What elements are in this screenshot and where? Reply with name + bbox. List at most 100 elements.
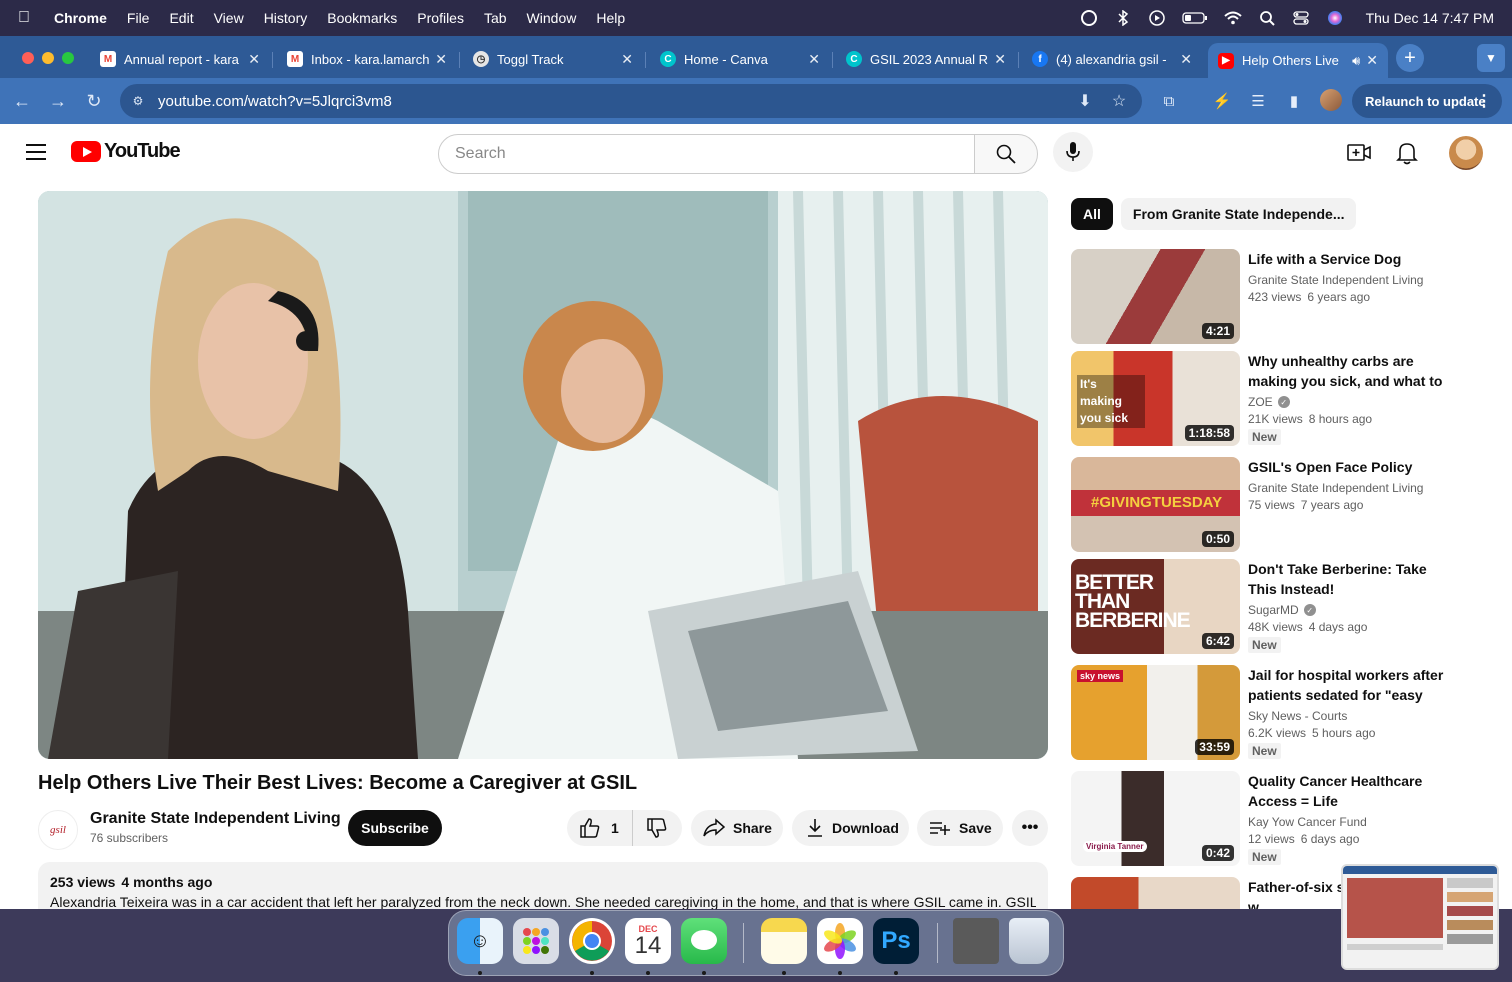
recommended-video[interactable]: #GIVINGTUESDAY 0:50 GSIL's Open Face Pol…	[1071, 457, 1501, 553]
control-center-icon[interactable]	[1292, 10, 1310, 26]
grammarly-status-icon[interactable]	[1080, 10, 1098, 26]
chip-from-channel[interactable]: From Granite State Independe...	[1120, 198, 1357, 230]
finder-icon[interactable]: ☺	[457, 918, 503, 964]
share-button[interactable]: Share	[691, 810, 783, 846]
tab-close-icon[interactable]: ✕	[621, 51, 633, 68]
video-title[interactable]: Why unhealthy carbs are making you sick,…	[1248, 351, 1458, 391]
wifi-icon[interactable]	[1223, 10, 1242, 26]
chrome-menu-icon[interactable]: ⋮	[1476, 91, 1492, 111]
browser-tab-active[interactable]: ▶ Help Others Live 🔊︎ ✕	[1208, 43, 1388, 78]
bookmark-star-icon[interactable]: ☆	[1108, 91, 1130, 111]
menu-view[interactable]: View	[214, 10, 244, 26]
photoshop-icon[interactable]: Ps	[873, 918, 919, 964]
dislike-button[interactable]	[633, 810, 681, 846]
like-button[interactable]: 1	[567, 810, 633, 846]
youtube-logo[interactable]: YouTube	[71, 140, 181, 163]
notifications-button[interactable]	[1394, 140, 1420, 166]
apple-menu-icon[interactable]: 	[18, 9, 36, 27]
audio-playing-icon[interactable]: 🔊︎	[1352, 53, 1360, 69]
description-box[interactable]: 253 views 4 months ago Alexandria Teixeir…	[38, 862, 1048, 909]
battery-icon[interactable]	[1181, 10, 1208, 26]
extension-icon[interactable]: ⚡	[1211, 90, 1233, 112]
back-arrow-icon[interactable]: ←	[9, 88, 35, 114]
reading-list-icon[interactable]: ☰	[1247, 90, 1269, 112]
video-player[interactable]	[38, 191, 1048, 759]
browser-tab[interactable]: C GSIL 2023 Annual R ✕	[836, 43, 1016, 75]
recommended-video[interactable]: sky news 33:59 Jail for hospital workers…	[1071, 665, 1501, 761]
calendar-icon[interactable]: DEC 14	[625, 918, 671, 964]
profile-avatar[interactable]	[1320, 89, 1342, 111]
menu-history[interactable]: History	[264, 10, 308, 26]
channel-name[interactable]: SugarMD	[1248, 603, 1299, 617]
video-thumbnail[interactable]: sky news 33:59	[1071, 665, 1240, 760]
channel-name[interactable]: Kay Yow Cancer Fund	[1248, 815, 1458, 829]
video-title[interactable]: GSIL's Open Face Policy	[1248, 457, 1458, 477]
search-button[interactable]	[974, 134, 1038, 174]
channel-name[interactable]: ZOE	[1248, 395, 1273, 409]
create-video-button[interactable]	[1346, 140, 1372, 166]
voice-search-button[interactable]	[1053, 132, 1093, 172]
video-title[interactable]: Quality Cancer Healthcare Access = Life	[1248, 771, 1458, 811]
spotlight-search-icon[interactable]	[1258, 10, 1276, 26]
menu-profiles[interactable]: Profiles	[417, 10, 464, 26]
close-window-button[interactable]	[22, 52, 34, 64]
tab-close-icon[interactable]: ✕	[1366, 52, 1378, 69]
browser-tab[interactable]: f (4) alexandria gsil - ✕	[1022, 43, 1202, 75]
menu-help[interactable]: Help	[596, 10, 625, 26]
tab-close-icon[interactable]: ✕	[994, 51, 1006, 68]
account-avatar[interactable]	[1449, 136, 1483, 170]
browser-tab[interactable]: M Annual report - kara ✕	[90, 43, 270, 75]
tab-close-icon[interactable]: ✕	[808, 51, 820, 68]
address-bar[interactable]: ⚙ youtube.com/watch?v=5Jlqrci3vm8 ⬇ ☆	[120, 84, 1142, 118]
photos-icon[interactable]	[817, 918, 863, 964]
chrome-icon[interactable]	[569, 918, 615, 964]
notes-icon[interactable]	[761, 918, 807, 964]
more-actions-button[interactable]: •••	[1012, 810, 1048, 846]
browser-tab[interactable]: M Inbox - kara.lamarch ✕	[277, 43, 457, 75]
search-input[interactable]	[438, 134, 975, 174]
video-title[interactable]: Don't Take Berberine: Take This Instead!	[1248, 559, 1458, 599]
browser-tab[interactable]: ◷ Toggl Track ✕	[463, 43, 643, 75]
bluetooth-icon[interactable]	[1114, 10, 1132, 26]
new-tab-button[interactable]: +	[1396, 44, 1424, 72]
menu-tab[interactable]: Tab	[484, 10, 507, 26]
tab-close-icon[interactable]: ✕	[248, 51, 260, 68]
recommended-video[interactable]: It's making you sick 1:18:58 Why unhealt…	[1071, 351, 1501, 447]
channel-name[interactable]: Granite State Independent Living	[1248, 481, 1458, 495]
address-bar-url[interactable]: youtube.com/watch?v=5Jlqrci3vm8	[158, 93, 1074, 110]
trash-icon[interactable]	[1009, 918, 1049, 964]
relaunch-to-update-button[interactable]: Relaunch to update ⋮	[1352, 84, 1502, 118]
video-title[interactable]: Life with a Service Dog	[1248, 249, 1458, 269]
video-thumbnail[interactable]	[1071, 877, 1240, 909]
video-thumbnail[interactable]: 4:21	[1071, 249, 1240, 344]
video-thumbnail[interactable]: It's making you sick 1:18:58	[1071, 351, 1240, 446]
tab-close-icon[interactable]: ✕	[435, 51, 447, 68]
tab-close-icon[interactable]: ✕	[1180, 51, 1192, 68]
extensions-puzzle-icon[interactable]: ⧉	[1158, 90, 1180, 112]
recommended-video[interactable]: 4:21 Life with a Service Dog Granite Sta…	[1071, 249, 1501, 345]
zoom-window-button[interactable]	[62, 52, 74, 64]
channel-name[interactable]: Sky News - Courts	[1248, 709, 1458, 723]
save-to-playlist-button[interactable]: Save	[917, 810, 1003, 846]
install-app-icon[interactable]: ⬇	[1074, 91, 1096, 111]
video-thumbnail[interactable]: Virginia Tanner 0:42	[1071, 771, 1240, 866]
site-settings-icon[interactable]: ⚙	[126, 89, 150, 113]
menu-edit[interactable]: Edit	[169, 10, 193, 26]
minimize-window-button[interactable]	[42, 52, 54, 64]
menu-window[interactable]: Window	[527, 10, 577, 26]
picture-in-picture-preview[interactable]	[1341, 864, 1499, 970]
channel-name[interactable]: Granite State Independent Living	[1248, 273, 1458, 287]
video-title[interactable]: Jail for hospital workers after patients…	[1248, 665, 1458, 705]
hamburger-menu-icon[interactable]	[26, 144, 46, 160]
play-status-icon[interactable]	[1148, 10, 1166, 26]
channel-logo[interactable]: gsil	[38, 810, 78, 850]
channel-name-link[interactable]: Granite State Independent Living	[90, 810, 341, 828]
recommended-video[interactable]: Virginia Tanner 0:42 Quality Cancer Heal…	[1071, 771, 1501, 867]
side-panel-icon[interactable]: ▮	[1283, 90, 1305, 112]
video-thumbnail[interactable]: #GIVINGTUESDAY 0:50	[1071, 457, 1240, 552]
menu-bookmarks[interactable]: Bookmarks	[327, 10, 397, 26]
menu-app-name[interactable]: Chrome	[54, 10, 107, 26]
menu-file[interactable]: File	[127, 10, 150, 26]
reload-icon[interactable]: ↻	[81, 88, 107, 114]
menu-bar-clock[interactable]: Thu Dec 14 7:47 PM	[1366, 10, 1494, 26]
